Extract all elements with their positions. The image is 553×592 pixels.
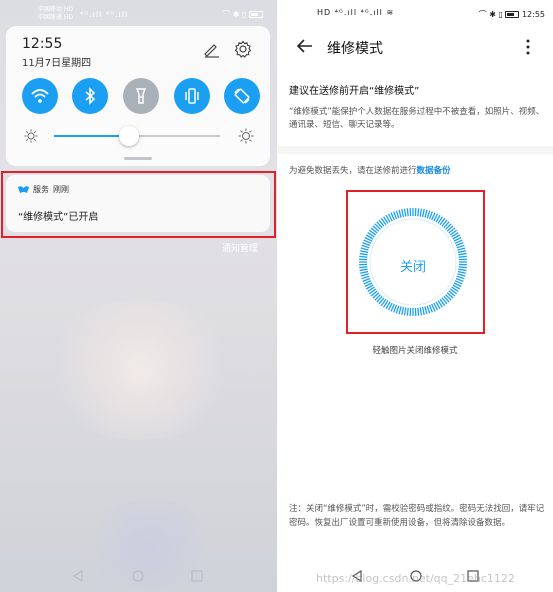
dial-tick [456,244,465,249]
dial-tick [359,252,368,256]
vibrate-status-icon: ▯ [498,10,503,19]
auto-rotate-toggle[interactable] [224,78,260,114]
edit-icon[interactable] [202,40,220,58]
dial-tick [406,307,409,316]
brightness-thumb[interactable] [118,126,139,146]
dial-tick [417,208,420,217]
dial-tick [458,252,467,256]
right-phone-screen: HD ⁴ᴳ.ıll ⁴ᴳ.ıll ≋ ⌒ ✱ ▯ 12:55 维修模式 建议在送… [277,0,553,592]
dial-tick [398,306,402,315]
dial-tick [403,307,407,316]
dial-tick [424,209,428,218]
dial-tick [457,247,466,251]
dial-tick [360,247,369,251]
dial-tick [456,275,465,280]
dial-tick [361,244,370,249]
dial-tick [401,306,405,315]
watermark: https://blog.csdn.net/qq_21ehc1122 [316,572,515,585]
close-mode-label[interactable]: 关闭 [357,256,469,275]
quick-toggles [22,78,262,116]
signal-icon: ⁴ᴳ.ıll ⁴ᴳ.ıll [80,10,129,19]
home-nav-icon[interactable] [132,570,144,582]
brightness-low-icon [24,129,38,143]
dial-tick [421,209,425,218]
panel-drag-handle[interactable] [124,157,152,160]
dial-tick [360,250,369,254]
back-nav-icon[interactable] [72,570,84,582]
dial-tick [421,306,425,315]
status-bar: 中国移动 HD 中国联通 HD ⁴ᴳ.ıll ⁴ᴳ.ıll ⌒ ✱ ▯ [0,6,277,22]
headset-icon: ⌒ [478,10,487,19]
navigation-bar [0,566,277,586]
status-time: 12:55 [521,10,545,19]
dial-tick [395,210,400,219]
dial-tick [406,208,409,217]
bluetooth-status-icon: ✱ [232,10,240,19]
dial-tick [395,305,400,314]
data-backup-link[interactable]: 数据备份 [417,166,451,176]
status-bar: HD ⁴ᴳ.ıll ⁴ᴳ.ıll ≋ ⌒ ✱ ▯ 12:55 [277,6,553,22]
bluetooth-status-icon: ✱ [489,10,496,19]
dial-tick [426,305,431,314]
quick-settings-panel: 12:55 11月7日星期四 [6,26,270,166]
highlight-box [1,171,276,238]
brightness-high-icon [238,128,254,144]
notification-manage-link[interactable]: 通知管理 [222,241,258,254]
brightness-slider[interactable] [24,126,256,146]
flashlight-icon [135,88,147,104]
signal-icon: HD ⁴ᴳ.ıll ⁴ᴳ.ıll ≋ [317,8,395,17]
vibrate-icon [185,88,199,104]
bluetooth-toggle[interactable] [72,78,108,114]
headset-icon: ⌒ [222,10,231,19]
backup-tip: 为避免数据丢失，请在送修前进行数据备份 [289,164,451,176]
battery-icon [505,11,520,18]
divider [277,146,553,154]
dial-tick [361,275,370,280]
dial-tick [424,306,428,315]
left-phone-screen: 中国移动 HD 中国联通 HD ⁴ᴳ.ıll ⁴ᴳ.ıll ⌒ ✱ ▯ 12:5… [0,0,277,592]
section-title: 建议在送修前开启“维修模式” [289,86,420,97]
footer-note: 注：关闭“维修模式”时，需校验密码或指纹。密码无法找回，请牢记密码。恢复出厂设置… [289,504,545,528]
dial-tick [426,210,431,219]
recents-nav-icon[interactable] [191,570,203,582]
dial-tick [403,208,407,217]
dial-tick [401,209,405,218]
dial-tick [457,250,466,254]
dial-tick [398,209,402,218]
carrier-label-2: 中国联通 HD [38,14,74,21]
dial-tick [417,307,420,316]
section-description: “维修模式”能保护个人数据在服务过程中不被查看，如照片、视频、通讯录、短信、聊天… [289,107,545,130]
clock-time: 12:55 [22,36,63,52]
dial-hint: 轻触图片关闭维修模式 [372,346,458,356]
app-header: 维修模式 [277,28,553,68]
wifi-icon [31,89,49,103]
page-title: 维修模式 [327,41,383,57]
back-arrow-icon[interactable] [295,36,315,56]
flashlight-toggle[interactable] [123,78,159,114]
auto-rotate-icon [234,88,250,104]
carrier-label-1: 中国移动 HD [38,6,74,13]
gear-icon[interactable] [234,40,252,58]
vibrate-toggle[interactable] [174,78,210,114]
dial-tick [419,307,423,316]
bluetooth-icon [85,87,96,105]
backup-tip-text: 为避免数据丢失，请在送修前进行 [289,166,417,176]
battery-icon [249,11,263,18]
system-icons: ⌒ ✱ ▯ [222,9,263,20]
vibrate-status-icon: ▯ [242,10,247,19]
dial-tick [419,208,423,217]
wifi-toggle[interactable] [22,78,58,114]
clock-date: 11月7日星期四 [22,58,92,69]
more-options-icon[interactable] [523,38,533,56]
